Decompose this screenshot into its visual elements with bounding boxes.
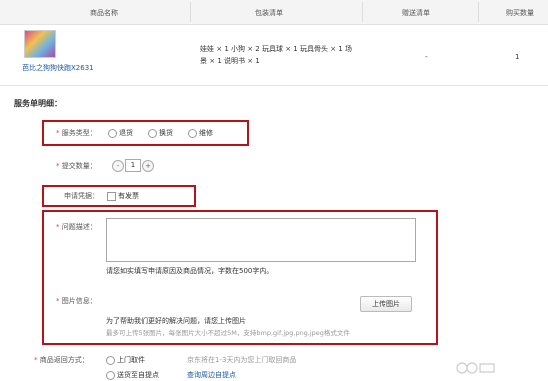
description-label: * 问题描述： xyxy=(56,222,97,232)
radio-icon[interactable] xyxy=(106,355,115,365)
image-info-label-text: 图片信息： xyxy=(61,297,97,305)
service-type-label: * 服务类型： xyxy=(56,128,97,138)
col-header-product: 商品名称 xyxy=(90,9,118,17)
radio-label: 上门取件 xyxy=(117,356,145,364)
product-name-link[interactable]: 芭比之狗狗快跑X2631 xyxy=(22,63,94,73)
radio-icon[interactable] xyxy=(106,370,115,380)
required-mark: * xyxy=(56,297,60,305)
radio-label: 送货至自提点 xyxy=(117,371,159,379)
radio-exchange[interactable]: 换货 xyxy=(148,128,173,138)
nearby-pickup-link[interactable]: 查询周边自提点 xyxy=(187,370,236,380)
divider xyxy=(362,2,363,22)
package-contents-line: 娃娃 × 1 小狗 × 2 玩具球 × 1 玩具骨头 × 1 场 xyxy=(200,45,352,53)
pickup-note: 京东将在1-3天内为您上门取回商品 xyxy=(187,356,297,364)
return-method-label: * 商品返回方式： xyxy=(34,355,89,365)
image-limits-hint: 最多可上传5张图片，每张图片大小不超过5M，支持bmp,gif,jpg,png,… xyxy=(106,329,350,337)
qty-increment-button[interactable]: + xyxy=(142,160,154,172)
radio-icon[interactable] xyxy=(188,128,197,138)
description-hint: 请您如实填写申请原因及商品情况，字数在500字内。 xyxy=(106,267,274,275)
col-header-gifts: 赠送清单 xyxy=(402,9,430,17)
radio-label: 退货 xyxy=(119,129,133,137)
radio-self-pickup[interactable]: 送货至自提点 xyxy=(106,370,159,380)
radio-return[interactable]: 退货 xyxy=(108,128,133,138)
divider xyxy=(478,2,479,22)
required-mark: * xyxy=(56,129,60,137)
qty-input[interactable]: 1 xyxy=(125,159,141,172)
divider xyxy=(190,2,191,22)
col-header-contents: 包装清单 xyxy=(255,9,283,17)
description-label-text: 问题描述： xyxy=(61,223,97,231)
radio-icon[interactable] xyxy=(148,128,157,138)
submit-qty-label: * 提交数量： xyxy=(56,161,97,171)
upload-image-button[interactable]: 上传图片 xyxy=(360,296,412,312)
required-mark: * xyxy=(56,223,60,231)
description-textarea[interactable] xyxy=(106,218,416,262)
radio-label: 换货 xyxy=(159,129,173,137)
checkbox-label: 有发票 xyxy=(118,192,139,200)
qty-decrement-button[interactable]: - xyxy=(112,160,124,172)
product-thumbnail[interactable] xyxy=(24,30,56,58)
return-method-label-text: 商品返回方式： xyxy=(39,356,89,364)
image-info-label: * 图片信息： xyxy=(56,296,97,306)
col-header-qty: 购买数量 xyxy=(506,9,534,17)
section-title: 服务单明细： xyxy=(14,99,62,108)
package-contents-line: 景 × 1 说明书 × 1 xyxy=(200,57,260,65)
quantity-value: 1 xyxy=(515,53,520,61)
package-contents: 娃娃 × 1 小狗 × 2 玩具球 × 1 玩具骨头 × 1 场 景 × 1 说… xyxy=(200,43,390,67)
radio-icon[interactable] xyxy=(108,128,117,138)
service-type-label-text: 服务类型： xyxy=(61,129,97,137)
required-mark: * xyxy=(56,162,60,170)
watermark-logo xyxy=(456,360,496,379)
radio-repair[interactable]: 维修 xyxy=(188,128,213,138)
invoice-checkbox[interactable]: 有发票 xyxy=(107,191,139,201)
radio-label: 维修 xyxy=(199,129,213,137)
voucher-label: 申请凭据： xyxy=(64,192,99,200)
gift-value: - xyxy=(425,53,428,61)
submit-qty-label-text: 提交数量： xyxy=(61,162,97,170)
table-header: 商品名称 包装清单 赠送清单 购买数量 xyxy=(0,0,548,25)
radio-pickup[interactable]: 上门取件 xyxy=(106,355,145,365)
required-mark: * xyxy=(34,356,38,364)
checkbox-icon[interactable] xyxy=(107,191,116,201)
image-hint: 为了帮助我们更好的解决问题，请您上传图片 xyxy=(106,317,246,325)
